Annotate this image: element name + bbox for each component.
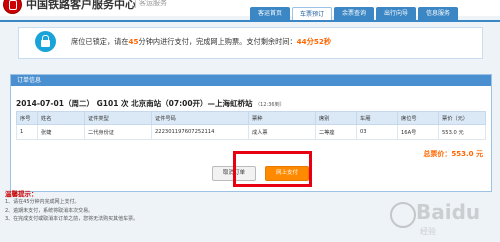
baidu-paw-icon <box>390 202 416 228</box>
nav-remaining-tickets[interactable]: 余票查询 <box>334 7 374 20</box>
cell-seat-no: 16A号 <box>397 124 439 140</box>
railway-logo-icon <box>3 0 22 14</box>
tip-item: 3、在完成支付或取消本订单之前，您将无法购买其他车票。 <box>5 216 139 222</box>
order-panel-title: 订单信息 <box>11 75 491 86</box>
main-nav: 客运首页 车票预订 余票查询 出行向导 信息服务 <box>250 7 460 20</box>
cell-id-number: 222301197607252114 <box>151 124 249 140</box>
arrival-station: —上海虹桥站 <box>207 99 253 108</box>
cell-ticket-type: 成人票 <box>248 124 316 140</box>
cell-index: 1 <box>16 124 38 140</box>
site-subtitle: 客运服务 <box>135 0 167 8</box>
site-title: 中国铁路客户服务中心 <box>26 0 136 11</box>
col-seat-no: 席位号 <box>397 111 439 125</box>
tip-item: 1、请在45分钟内完成网上支付。 <box>5 199 80 205</box>
notice-text-part1: 席位已锁定，请在 <box>71 37 129 46</box>
col-price: 票价（元） <box>438 111 486 125</box>
col-carriage: 车厢 <box>356 111 398 125</box>
train-info: 2014-07-01（周二） G101 次 北京南站（07:00开）—上海虹桥站… <box>16 98 285 109</box>
passenger-table: 序号 姓名 证件类型 证件号码 票种 席别 车厢 席位号 票价（元） 1 张婕 … <box>16 111 486 140</box>
col-ticket-type: 票种 <box>248 111 316 125</box>
notice-text-part2: 分钟内进行支付，完成网上购票。支付剩余时间： <box>138 37 297 46</box>
cell-price: 553.0 元 <box>438 124 486 140</box>
lock-icon <box>35 31 56 52</box>
arrival-time: （12:36到） <box>255 102 285 108</box>
seat-locked-notice: 席位已锁定，请在45分钟内进行支付，完成网上购票。支付剩余时间：44分52秒 <box>18 27 483 59</box>
tips-title: 温馨提示： <box>5 190 38 198</box>
nav-divider <box>0 20 500 22</box>
watermark-brand: Baidu <box>416 200 481 224</box>
train-number: G101 次 <box>96 99 129 108</box>
nav-ticket-booking[interactable]: 车票预订 <box>292 7 332 20</box>
col-seat-class: 席别 <box>315 111 357 125</box>
cell-carriage: 03 <box>356 124 398 140</box>
total-price-label: 总票价： <box>423 150 452 158</box>
notice-text: 席位已锁定，请在45分钟内进行支付，完成网上购票。支付剩余时间：44分52秒 <box>71 37 331 47</box>
travel-date: 2014-07-01（周二） <box>16 99 94 108</box>
col-id-number: 证件号码 <box>151 111 249 125</box>
cell-seat-class: 二等座 <box>315 124 357 140</box>
col-id-type: 证件类型 <box>84 111 152 125</box>
col-index: 序号 <box>16 111 38 125</box>
table-row: 1 张婕 二代身份证 222301197607252114 成人票 二等座 03… <box>16 124 486 140</box>
notice-minutes: 45 <box>128 37 139 46</box>
baidu-watermark: Baidu 经验 <box>390 196 500 242</box>
total-price: 总票价：553.0 元 <box>423 149 483 159</box>
nav-travel-guide[interactable]: 出行向导 <box>376 7 416 20</box>
tip-item: 2、逾期未支付，系统将取消本次交易。 <box>5 207 94 214</box>
highlight-box <box>233 151 312 187</box>
tips-section: 温馨提示： 1、请在45分钟内完成网上支付。 2、逾期未支付，系统将取消本次交易… <box>5 188 138 224</box>
col-name: 姓名 <box>37 111 85 125</box>
payment-countdown: 44分52秒 <box>296 37 332 46</box>
cell-name: 张婕 <box>37 124 85 140</box>
total-price-value: 553.0 元 <box>451 150 483 158</box>
watermark-sub: 经验 <box>420 227 436 236</box>
nav-info-service[interactable]: 信息服务 <box>418 7 458 20</box>
nav-home[interactable]: 客运首页 <box>250 7 290 20</box>
table-header-row: 序号 姓名 证件类型 证件号码 票种 席别 车厢 席位号 票价（元） <box>16 111 486 125</box>
cell-id-type: 二代身份证 <box>84 124 152 140</box>
departure-station: 北京南站（07:00开） <box>131 99 208 108</box>
